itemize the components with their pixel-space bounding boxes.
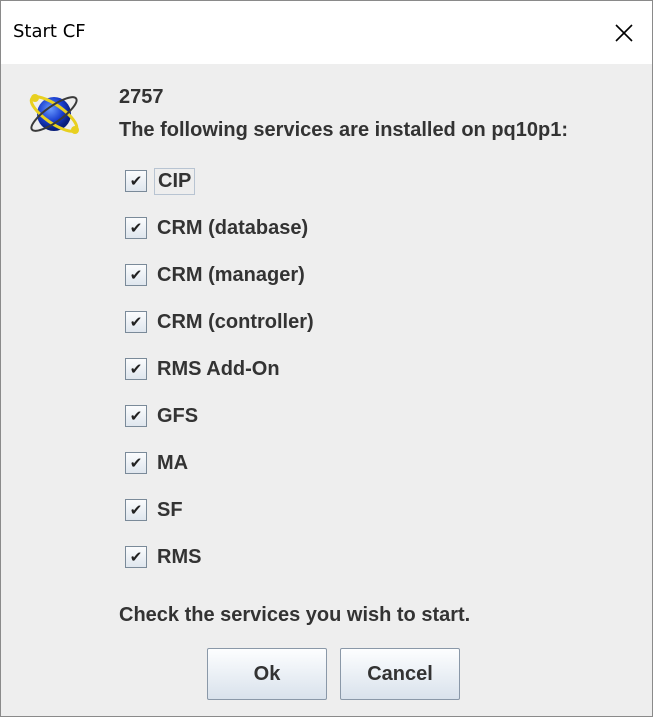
service-item-crm-manager[interactable]: ✔ CRM (manager)	[125, 260, 308, 290]
service-label: GFS	[157, 404, 199, 427]
service-label: RMS	[157, 545, 202, 568]
service-checkbox[interactable]: ✔	[125, 546, 147, 568]
service-checkbox[interactable]: ✔	[125, 264, 147, 286]
service-label: RMS Add-On	[157, 357, 280, 380]
service-label: CRM (manager)	[157, 263, 305, 286]
service-label: MA	[157, 451, 189, 474]
service-item-rms-add-on[interactable]: ✔ RMS Add-On	[125, 354, 283, 384]
service-label: SF	[157, 498, 183, 521]
service-item-gfs[interactable]: ✔ GFS	[125, 401, 201, 431]
close-icon	[615, 23, 633, 42]
atom-globe-icon	[29, 94, 79, 134]
service-label: CRM (controller)	[157, 310, 314, 333]
instruction-text: Check the services you wish to start.	[119, 604, 471, 626]
service-checkbox[interactable]: ✔	[125, 499, 147, 521]
service-item-crm-database[interactable]: ✔ CRM (database)	[125, 213, 311, 243]
service-item-crm-controller[interactable]: ✔ CRM (controller)	[125, 307, 317, 337]
service-checkbox[interactable]: ✔	[125, 452, 147, 474]
service-checkbox[interactable]: ✔	[125, 311, 147, 333]
service-item-ma[interactable]: ✔ MA	[125, 448, 191, 478]
service-checkbox[interactable]: ✔	[125, 217, 147, 239]
ok-button[interactable]: Ok	[207, 648, 327, 700]
service-label: CIP	[154, 167, 196, 195]
service-item-cip[interactable]: ✔ CIP	[125, 166, 196, 196]
service-checkbox[interactable]: ✔	[125, 405, 147, 427]
service-checkbox[interactable]: ✔	[125, 170, 147, 192]
start-cf-dialog: Start CF 2757 The following services are…	[0, 0, 653, 717]
service-checkbox[interactable]: ✔	[125, 358, 147, 380]
service-label: CRM (database)	[157, 216, 309, 239]
process-id-label: 2757	[119, 86, 164, 108]
dialog-content: 2757 The following services are installe…	[1, 64, 652, 716]
title-bar: Start CF	[1, 1, 652, 64]
installed-services-message: The following services are installed on …	[119, 119, 569, 141]
window-title: Start CF	[13, 21, 86, 42]
service-item-sf[interactable]: ✔ SF	[125, 495, 186, 525]
cancel-button[interactable]: Cancel	[340, 648, 460, 700]
service-item-rms[interactable]: ✔ RMS	[125, 542, 204, 572]
close-button[interactable]	[596, 1, 652, 64]
